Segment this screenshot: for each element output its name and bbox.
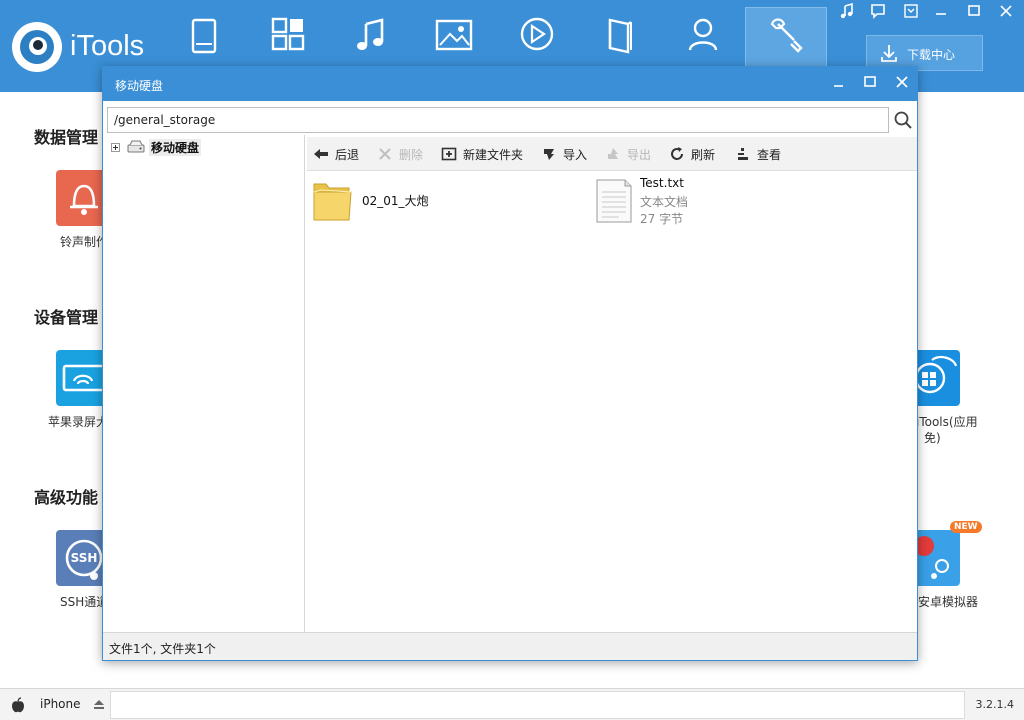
ssh-icon[interactable]: SSH	[56, 530, 106, 586]
apps-icon[interactable]	[266, 14, 310, 58]
storage-dialog: 移动硬盘 移动硬盘 后退 删除 新建文件夹	[102, 66, 918, 661]
tree-expand-icon[interactable]	[111, 143, 120, 152]
import-icon	[544, 149, 554, 160]
export-label: 导出	[627, 148, 652, 162]
eject-icon[interactable]	[92, 697, 106, 711]
device-name[interactable]: iPhone	[40, 697, 81, 711]
app-version: 3.2.1.4	[975, 698, 1014, 711]
apple-icon	[12, 697, 24, 713]
video-icon[interactable]	[515, 14, 559, 58]
svg-text:SSH: SSH	[71, 551, 98, 565]
view-icon	[738, 148, 748, 160]
feedback-icon[interactable]	[868, 2, 888, 20]
new-badge: NEW	[950, 521, 982, 533]
drive-icon	[127, 140, 145, 153]
text-file-icon	[596, 179, 632, 223]
tree-item-storage[interactable]: 移动硬盘	[149, 139, 202, 156]
app-label-screen-mirror: 苹果录屏大	[48, 415, 109, 429]
music-player-icon[interactable]	[838, 2, 858, 20]
delete-label: 删除	[399, 148, 424, 162]
export-button[interactable]: 导出	[605, 145, 653, 163]
view-label: 查看	[757, 148, 782, 162]
file-item-text[interactable]: Test.txt 文本文档 27 字节	[593, 176, 823, 226]
back-button[interactable]: 后退	[313, 145, 365, 163]
download-center-label: 下载中心	[907, 48, 956, 62]
toolbox-icon[interactable]	[764, 14, 808, 58]
minimize-icon[interactable]	[931, 2, 951, 20]
delete-button[interactable]: 删除	[377, 145, 425, 163]
search-icon[interactable]	[893, 109, 913, 131]
contacts-icon[interactable]	[681, 14, 725, 58]
dialog-maximize-icon[interactable]	[860, 73, 880, 91]
file-kind: 文本文档	[640, 195, 689, 209]
section-title-device: 设备管理	[34, 308, 99, 327]
dialog-minimize-icon[interactable]	[829, 73, 849, 91]
dialog-close-icon[interactable]	[892, 73, 912, 91]
maximize-icon[interactable]	[964, 2, 984, 20]
file-item-folder[interactable]: 02_01_大炮	[311, 176, 571, 226]
dialog-title: 移动硬盘	[115, 79, 164, 93]
new-folder-icon	[441, 147, 457, 161]
menu-icon[interactable]	[901, 2, 921, 20]
back-label: 后退	[335, 148, 360, 162]
download-icon	[881, 45, 897, 62]
file-name: Test.txt	[640, 176, 684, 190]
app-label-android-emulator: 安卓模拟器	[918, 595, 979, 609]
folder-name: 02_01_大炮	[362, 194, 429, 208]
photo-icon[interactable]	[432, 14, 476, 58]
dialog-statusbar: 文件1个, 文件夹1个	[103, 632, 917, 660]
view-button[interactable]: 查看	[735, 145, 785, 163]
new-folder-label: 新建文件夹	[463, 148, 524, 162]
item-count: 文件1个, 文件夹1个	[109, 642, 216, 656]
dialog-title-bar[interactable]: 移动硬盘	[103, 67, 917, 101]
bottom-statusbar: iPhone 3.2.1.4	[0, 688, 1024, 720]
folder-icon	[313, 183, 352, 221]
app-label-ringtone: 铃声制作	[60, 235, 109, 249]
device-icon[interactable]	[182, 14, 226, 58]
back-arrow-icon	[314, 149, 328, 159]
itools-logo-icon	[12, 22, 62, 72]
import-button[interactable]: 导入	[541, 145, 589, 163]
section-title-data: 数据管理	[34, 128, 99, 147]
books-icon[interactable]	[598, 14, 642, 58]
app-label-itools: iTools(应用	[916, 415, 978, 429]
import-label: 导入	[563, 148, 588, 162]
app-name: iTools	[70, 30, 145, 62]
delete-x-icon	[379, 148, 391, 160]
refresh-button[interactable]: 刷新	[669, 145, 719, 163]
section-title-advanced: 高级功能	[34, 488, 99, 507]
file-list: 02_01_大炮 Test.txt 文本文档 27 字节	[307, 172, 917, 632]
close-icon[interactable]	[996, 2, 1016, 20]
new-folder-button[interactable]: 新建文件夹	[441, 145, 527, 163]
status-field	[110, 691, 965, 719]
path-bar	[107, 107, 889, 133]
app-label-itools-line2: 免)	[924, 431, 941, 445]
path-input[interactable]	[108, 108, 888, 132]
screen-mirror-icon[interactable]	[56, 350, 106, 406]
bell-icon[interactable]	[56, 170, 106, 226]
export-icon	[608, 148, 618, 159]
music-icon[interactable]	[350, 14, 394, 58]
folder-tree: 移动硬盘	[103, 135, 305, 632]
refresh-label: 刷新	[691, 148, 716, 162]
refresh-icon	[671, 147, 683, 160]
dialog-toolbar: 后退 删除 新建文件夹 导入 导出 刷新 查看	[307, 137, 917, 171]
file-size: 27 字节	[640, 212, 684, 226]
